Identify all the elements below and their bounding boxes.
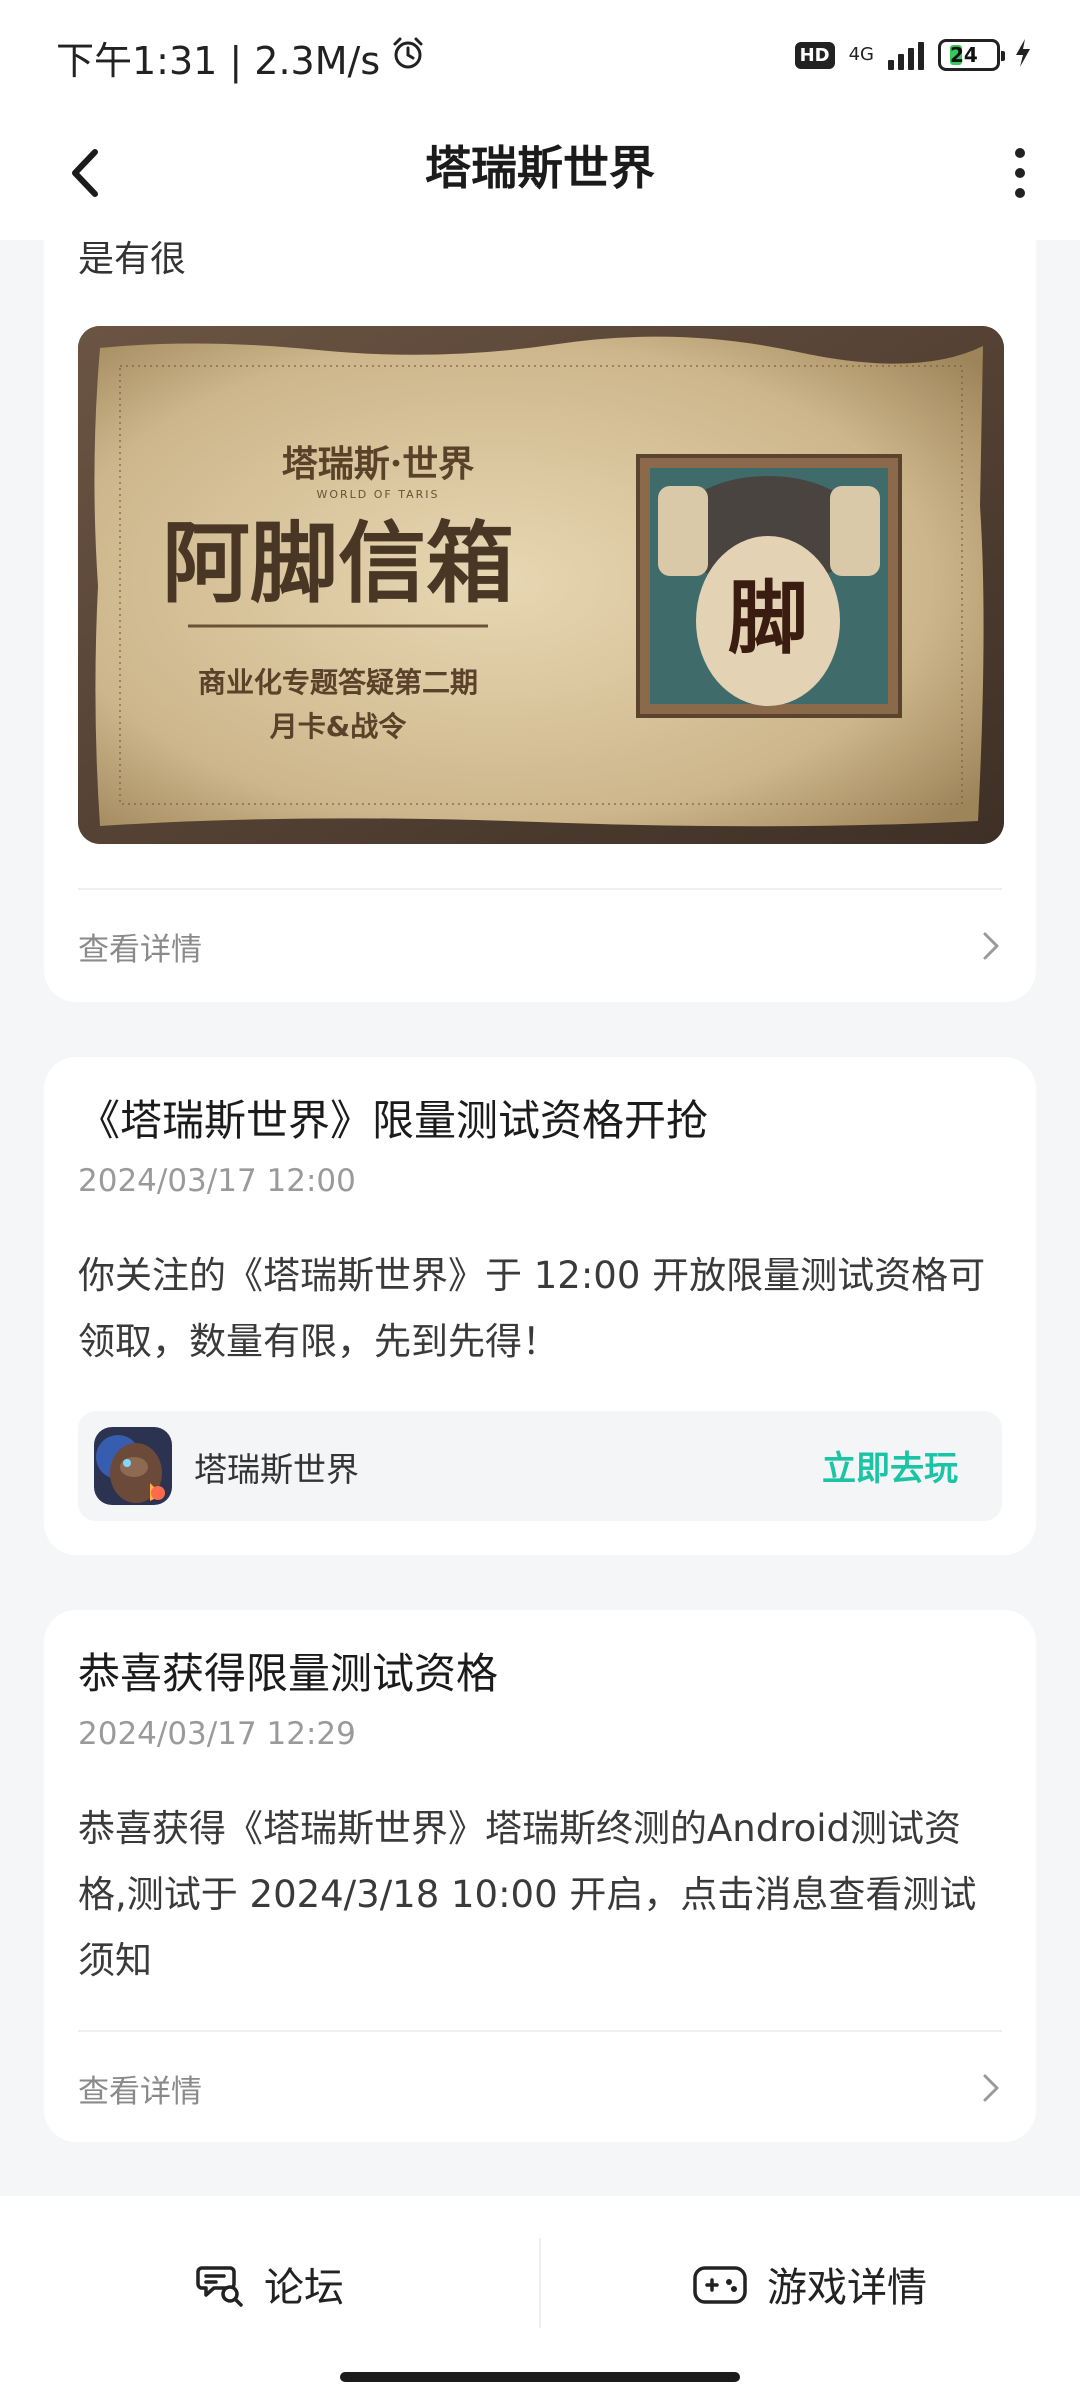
game-name: 塔瑞斯世界 xyxy=(194,1450,359,1489)
banner-art: 脚 塔瑞斯·世界 WORLD OF TARIS 阿脚信箱 商业化专题答疑第二期 … xyxy=(78,326,1004,844)
message-body: 恭喜获得《塔瑞斯世界》塔瑞斯终测的Android测试资格,测试于 2024/3/… xyxy=(78,1807,977,1982)
app-header: 塔瑞斯世界 xyxy=(0,110,1080,240)
banner-subline-1: 商业化专题答疑第二期 xyxy=(198,666,478,699)
view-details-label: 查看详情 xyxy=(78,931,202,968)
view-details-row[interactable]: 查看详情 xyxy=(78,2048,1002,2128)
game-entry-row[interactable]: 塔瑞斯世界 立即去玩 xyxy=(78,1411,1002,1521)
banner-subline-2: 月卡&战令 xyxy=(269,710,407,743)
battery-icon: 24 xyxy=(938,39,1005,71)
game-detail-tab[interactable]: 游戏详情 xyxy=(540,2234,1080,2334)
message-title: 恭喜获得限量测试资格 xyxy=(78,1649,499,1698)
more-options-button[interactable] xyxy=(990,138,1050,208)
play-now-button[interactable]: 立即去玩 xyxy=(822,1441,958,1490)
gamepad-icon xyxy=(693,2266,747,2304)
alarm-icon xyxy=(390,35,426,80)
status-right: HD 4G 24 xyxy=(794,38,1032,72)
game-detail-label: 游戏详情 xyxy=(767,2265,927,2311)
divider xyxy=(78,888,1002,890)
forum-tab[interactable]: 论坛 xyxy=(0,2234,540,2334)
message-date: 2024/03/17 12:00 xyxy=(78,1163,356,1199)
message-title: 《塔瑞斯世界》限量测试资格开抢 xyxy=(78,1096,709,1145)
chevron-right-icon xyxy=(983,2074,999,2102)
banner-logo-text: 塔瑞斯·世界 xyxy=(282,443,475,485)
message-date: 2024/03/17 12:29 xyxy=(78,1716,356,1752)
view-details-label: 查看详情 xyxy=(78,2073,202,2110)
divider xyxy=(78,2030,1002,2032)
game-app-icon xyxy=(94,1427,172,1505)
battery-level: 24 xyxy=(950,43,978,67)
message-card-test-open[interactable]: 《塔瑞斯世界》限量测试资格开抢 2024/03/17 12:00 你关注的《塔瑞… xyxy=(44,1057,1036,1555)
forum-label: 论坛 xyxy=(264,2265,344,2311)
banner-headline: 阿脚信箱 xyxy=(162,511,514,615)
hd-badge: HD xyxy=(794,41,835,69)
forum-icon xyxy=(196,2266,243,2307)
charging-icon xyxy=(1014,38,1032,72)
network-type: 4G xyxy=(848,44,874,65)
chevron-right-icon xyxy=(983,932,999,960)
signal-icon xyxy=(888,40,924,70)
status-time-speed: 下午1:31 | 2.3M/s xyxy=(56,39,381,83)
message-card-qualified[interactable]: 恭喜获得限量测试资格 2024/03/17 12:29 恭喜获得《塔瑞斯世界》塔… xyxy=(44,1610,1036,2142)
banner-logo-sub: WORLD OF TARIS xyxy=(316,488,439,501)
status-left: 下午1:31 | 2.3M/s xyxy=(56,30,426,85)
home-indicator[interactable] xyxy=(340,2372,740,2382)
banner-image[interactable]: 脚 塔瑞斯·世界 WORLD OF TARIS 阿脚信箱 商业化专题答疑第二期 … xyxy=(78,326,1004,844)
message-body: 你关注的《塔瑞斯世界》于 12:00 开放限量测试资格可领取，数量有限，先到先得… xyxy=(78,1254,986,1363)
message-card-banner[interactable]: 是有很 脚 塔瑞斯·世界 WORLD OF TARIS 阿脚信箱 商业化专题答疑… xyxy=(44,200,1036,1002)
view-details-row[interactable]: 查看详情 xyxy=(78,906,1002,986)
page-title: 塔瑞斯世界 xyxy=(425,141,655,195)
banner-portrait-glyph: 脚 xyxy=(728,571,808,665)
status-bar: 下午1:31 | 2.3M/s HD 4G 24 xyxy=(0,0,1080,110)
bottom-action-bar: 论坛 游戏详情 xyxy=(0,2196,1080,2400)
